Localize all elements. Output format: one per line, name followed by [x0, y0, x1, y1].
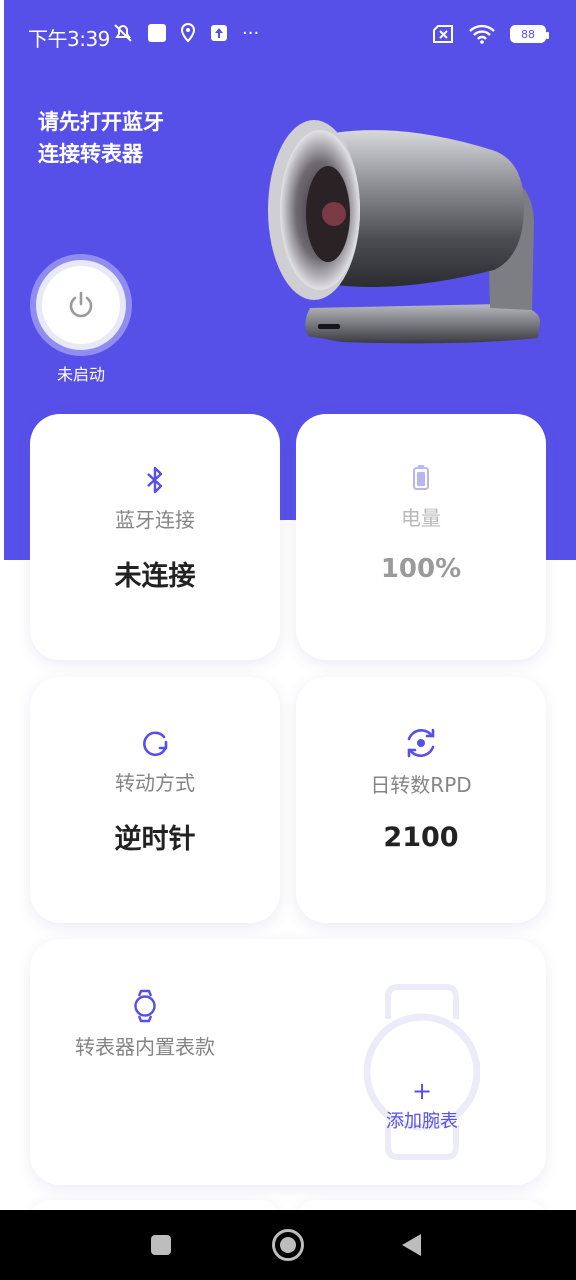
- no-sim-icon: [433, 25, 453, 43]
- battery-icon-wrap: [296, 464, 546, 490]
- watch-icon: [134, 989, 156, 1023]
- recents-button[interactable]: [151, 1235, 171, 1255]
- battery-label: 电量: [401, 506, 441, 530]
- bluetooth-icon: [147, 466, 163, 494]
- left-edge: [0, 0, 4, 560]
- bluetooth-value: 未连接: [114, 561, 196, 592]
- built-in-watches-card: 转表器内置表款 + 添加腕表: [30, 939, 546, 1185]
- add-watch-label: 添加腕表: [386, 1111, 458, 1132]
- upload-icon: [211, 25, 227, 41]
- rotate-eye-icon: [407, 728, 435, 758]
- power-button[interactable]: [36, 260, 126, 350]
- built-in-watches-label: 转表器内置表款: [75, 1035, 215, 1059]
- bluetooth-icon-wrap: [30, 466, 280, 494]
- rpd-label: 日转数RPD: [370, 773, 472, 797]
- more-notifications: ···: [242, 22, 260, 44]
- wifi-icon: [469, 24, 495, 44]
- system-navigation-bar: [0, 1210, 576, 1280]
- battery-value: 100%: [380, 554, 462, 584]
- status-system-icons: 88: [432, 24, 549, 44]
- battery-icon: [413, 465, 429, 490]
- watch-winder-product-image: [268, 120, 540, 344]
- page-title: 请先打开蓝牙 连接转表器: [38, 110, 164, 166]
- rpd-value: 2100: [383, 822, 459, 853]
- watch-outline-icon: [364, 984, 480, 1160]
- rotation-icon-wrap: [30, 729, 280, 757]
- back-button[interactable]: [402, 1234, 421, 1256]
- mute-bell-icon: [114, 24, 132, 42]
- battery-level: 88: [521, 27, 535, 41]
- battery-card[interactable]: 电量 100%: [296, 414, 546, 660]
- bluetooth-card[interactable]: 蓝牙连接 未连接: [30, 414, 280, 660]
- status-notification-icons: ···: [112, 22, 259, 44]
- add-watch-button[interactable]: + 添加腕表: [364, 983, 480, 1161]
- rotation-mode-value: 逆时针: [114, 824, 196, 855]
- battery-status-icon: 88: [510, 25, 549, 43]
- power-icon: [69, 291, 93, 318]
- rotation-icon: [143, 731, 168, 757]
- rpd-icon-wrap: [296, 727, 546, 759]
- home-button[interactable]: [272, 1229, 304, 1261]
- rotation-mode-card[interactable]: 转动方式 逆时针: [30, 677, 280, 923]
- bluetooth-label: 蓝牙连接: [115, 508, 195, 532]
- app-notification-icon: [148, 24, 166, 42]
- rpd-card[interactable]: 日转数RPD 2100: [296, 677, 546, 923]
- rotation-mode-label: 转动方式: [115, 771, 195, 795]
- add-plus-icon: +: [411, 1077, 433, 1105]
- status-time: 下午3:39: [28, 27, 110, 51]
- power-button-face: [42, 266, 120, 344]
- app-screen: 下午3:39 ··· 88 请先打开蓝牙 连接转表器 未启动 蓝牙连接 未连接 …: [0, 0, 576, 1280]
- watch-icon-wrap: [30, 989, 260, 1023]
- power-state-label: 未启动: [56, 365, 105, 384]
- status-bar: 下午3:39 ··· 88: [0, 0, 576, 72]
- location-icon: [180, 23, 196, 43]
